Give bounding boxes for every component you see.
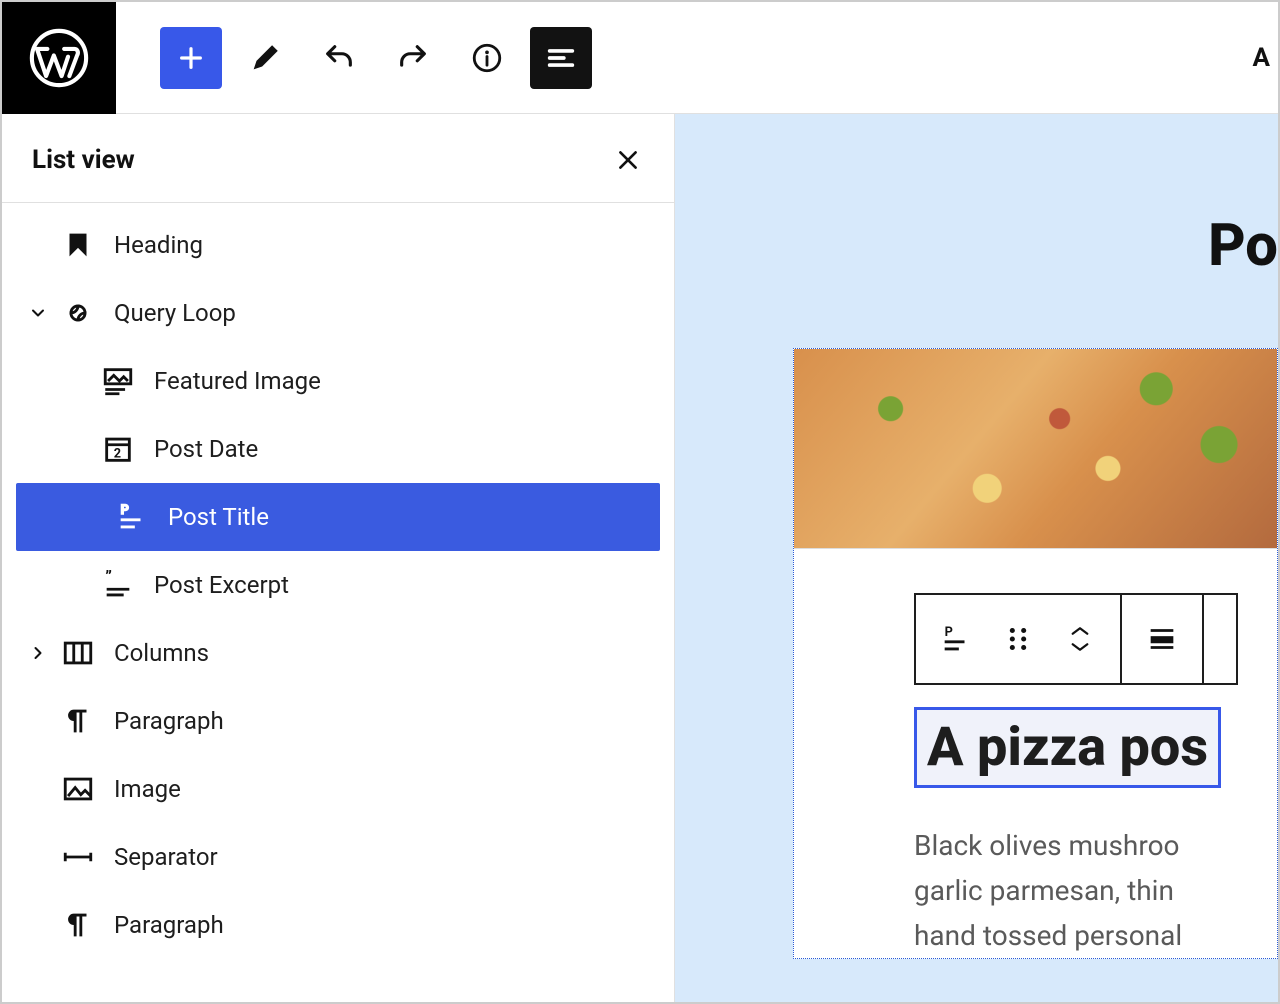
post-title-field[interactable]: A pizza pos [914, 707, 1221, 788]
toolbar-button-row [116, 27, 592, 89]
undo-button[interactable] [308, 27, 370, 89]
svg-text:P: P [121, 503, 129, 518]
tree-item-label: Query Loop [114, 299, 236, 327]
postdate-icon: 2 [98, 432, 138, 466]
redo-icon [396, 41, 430, 75]
redo-button[interactable] [382, 27, 444, 89]
info-icon [470, 41, 504, 75]
tree-item-post-excerpt[interactable]: ” Post Excerpt [2, 551, 674, 619]
align-icon [1145, 622, 1179, 656]
listview-toggle-button[interactable] [530, 27, 592, 89]
svg-text:”: ” [105, 568, 112, 586]
excerpt-line: hand tossed personal [914, 914, 1277, 959]
close-listview-button[interactable] [610, 142, 646, 178]
pencil-icon [248, 41, 282, 75]
block-toolbar-group-align [1122, 595, 1204, 683]
add-block-button[interactable] [160, 27, 222, 89]
columns-icon [58, 636, 98, 670]
editor-topbar: A [2, 2, 1278, 114]
block-toolbar-group-type: P [916, 595, 1122, 683]
separator-icon [58, 840, 98, 874]
tree-item-post-date[interactable]: 2 Post Date [2, 415, 674, 483]
chevron-down-icon[interactable] [18, 303, 58, 323]
details-button[interactable] [456, 27, 518, 89]
query-loop-post: P [793, 348, 1278, 959]
tree-item-label: Post Title [168, 503, 269, 531]
tree-item-image[interactable]: Image [2, 755, 674, 823]
block-toolbar-group-more [1204, 595, 1236, 683]
close-icon [615, 147, 641, 173]
postexcerpt-icon: ” [98, 568, 138, 602]
drag-icon [1001, 622, 1035, 656]
posttitle-icon: P [939, 622, 973, 656]
tree-item-post-title[interactable]: P Post Title [16, 483, 660, 551]
tree-item-label: Columns [114, 639, 209, 667]
plus-icon [175, 42, 207, 74]
undo-icon [322, 41, 356, 75]
tree-item-paragraph[interactable]: Paragraph [2, 687, 674, 755]
heading-icon [58, 228, 98, 262]
tree-item-heading[interactable]: Heading [2, 211, 674, 279]
wordpress-logo[interactable] [2, 2, 116, 114]
tree-item-label: Image [114, 775, 181, 803]
tree-item-paragraph[interactable]: Paragraph [2, 891, 674, 959]
listview-icon [544, 41, 578, 75]
svg-text:2: 2 [114, 447, 121, 462]
editor-canvas: Po P [675, 114, 1278, 1002]
canvas-heading-partial: Po [1208, 212, 1278, 280]
paragraph-icon [58, 908, 98, 942]
featured-image[interactable] [794, 349, 1277, 549]
drag-handle-button[interactable] [994, 615, 1042, 663]
block-toolbar: P [914, 593, 1238, 685]
tree-item-label: Paragraph [114, 911, 224, 939]
tree-item-label: Heading [114, 231, 203, 259]
tree-item-featured-image[interactable]: Featured Image [2, 347, 674, 415]
tree-item-label: Post Date [154, 435, 258, 463]
main-area: List view Heading Query Loop Featured Imag… [2, 114, 1278, 1002]
edit-mode-button[interactable] [234, 27, 296, 89]
block-tree: Heading Query Loop Featured Image 2 Post Dat… [2, 203, 674, 967]
post-body: P [794, 549, 1277, 958]
excerpt-line: garlic parmesan, thin [914, 869, 1277, 914]
block-type-button[interactable]: P [932, 615, 980, 663]
tree-item-label: Post Excerpt [154, 571, 289, 599]
listview-header: List view [2, 114, 674, 203]
post-excerpt: Black olives mushroo garlic parmesan, th… [914, 824, 1277, 958]
tree-item-separator[interactable]: Separator [2, 823, 674, 891]
align-button[interactable] [1138, 615, 1186, 663]
paragraph-icon [58, 704, 98, 738]
chevron-up-icon [1069, 624, 1091, 638]
wordpress-icon [28, 27, 90, 89]
posttitle-icon: P [112, 500, 152, 534]
chevron-down-icon [1069, 640, 1091, 654]
tree-item-query-loop[interactable]: Query Loop [2, 279, 674, 347]
tree-item-columns[interactable]: Columns [2, 619, 674, 687]
move-up-down-button[interactable] [1056, 615, 1104, 663]
image-icon [58, 772, 98, 806]
excerpt-line: Black olives mushroo [914, 824, 1277, 869]
tree-item-label: Featured Image [154, 367, 321, 395]
listview-sidebar: List view Heading Query Loop Featured Imag… [2, 114, 675, 1002]
topbar-right-partial: A [1253, 2, 1278, 114]
tree-item-label: Paragraph [114, 707, 224, 735]
queryloop-icon [58, 296, 98, 330]
chevron-right-icon[interactable] [18, 643, 58, 663]
featuredimage-icon [98, 364, 138, 398]
listview-title: List view [32, 145, 135, 175]
tree-item-label: Separator [114, 843, 218, 871]
svg-text:P: P [945, 625, 953, 640]
